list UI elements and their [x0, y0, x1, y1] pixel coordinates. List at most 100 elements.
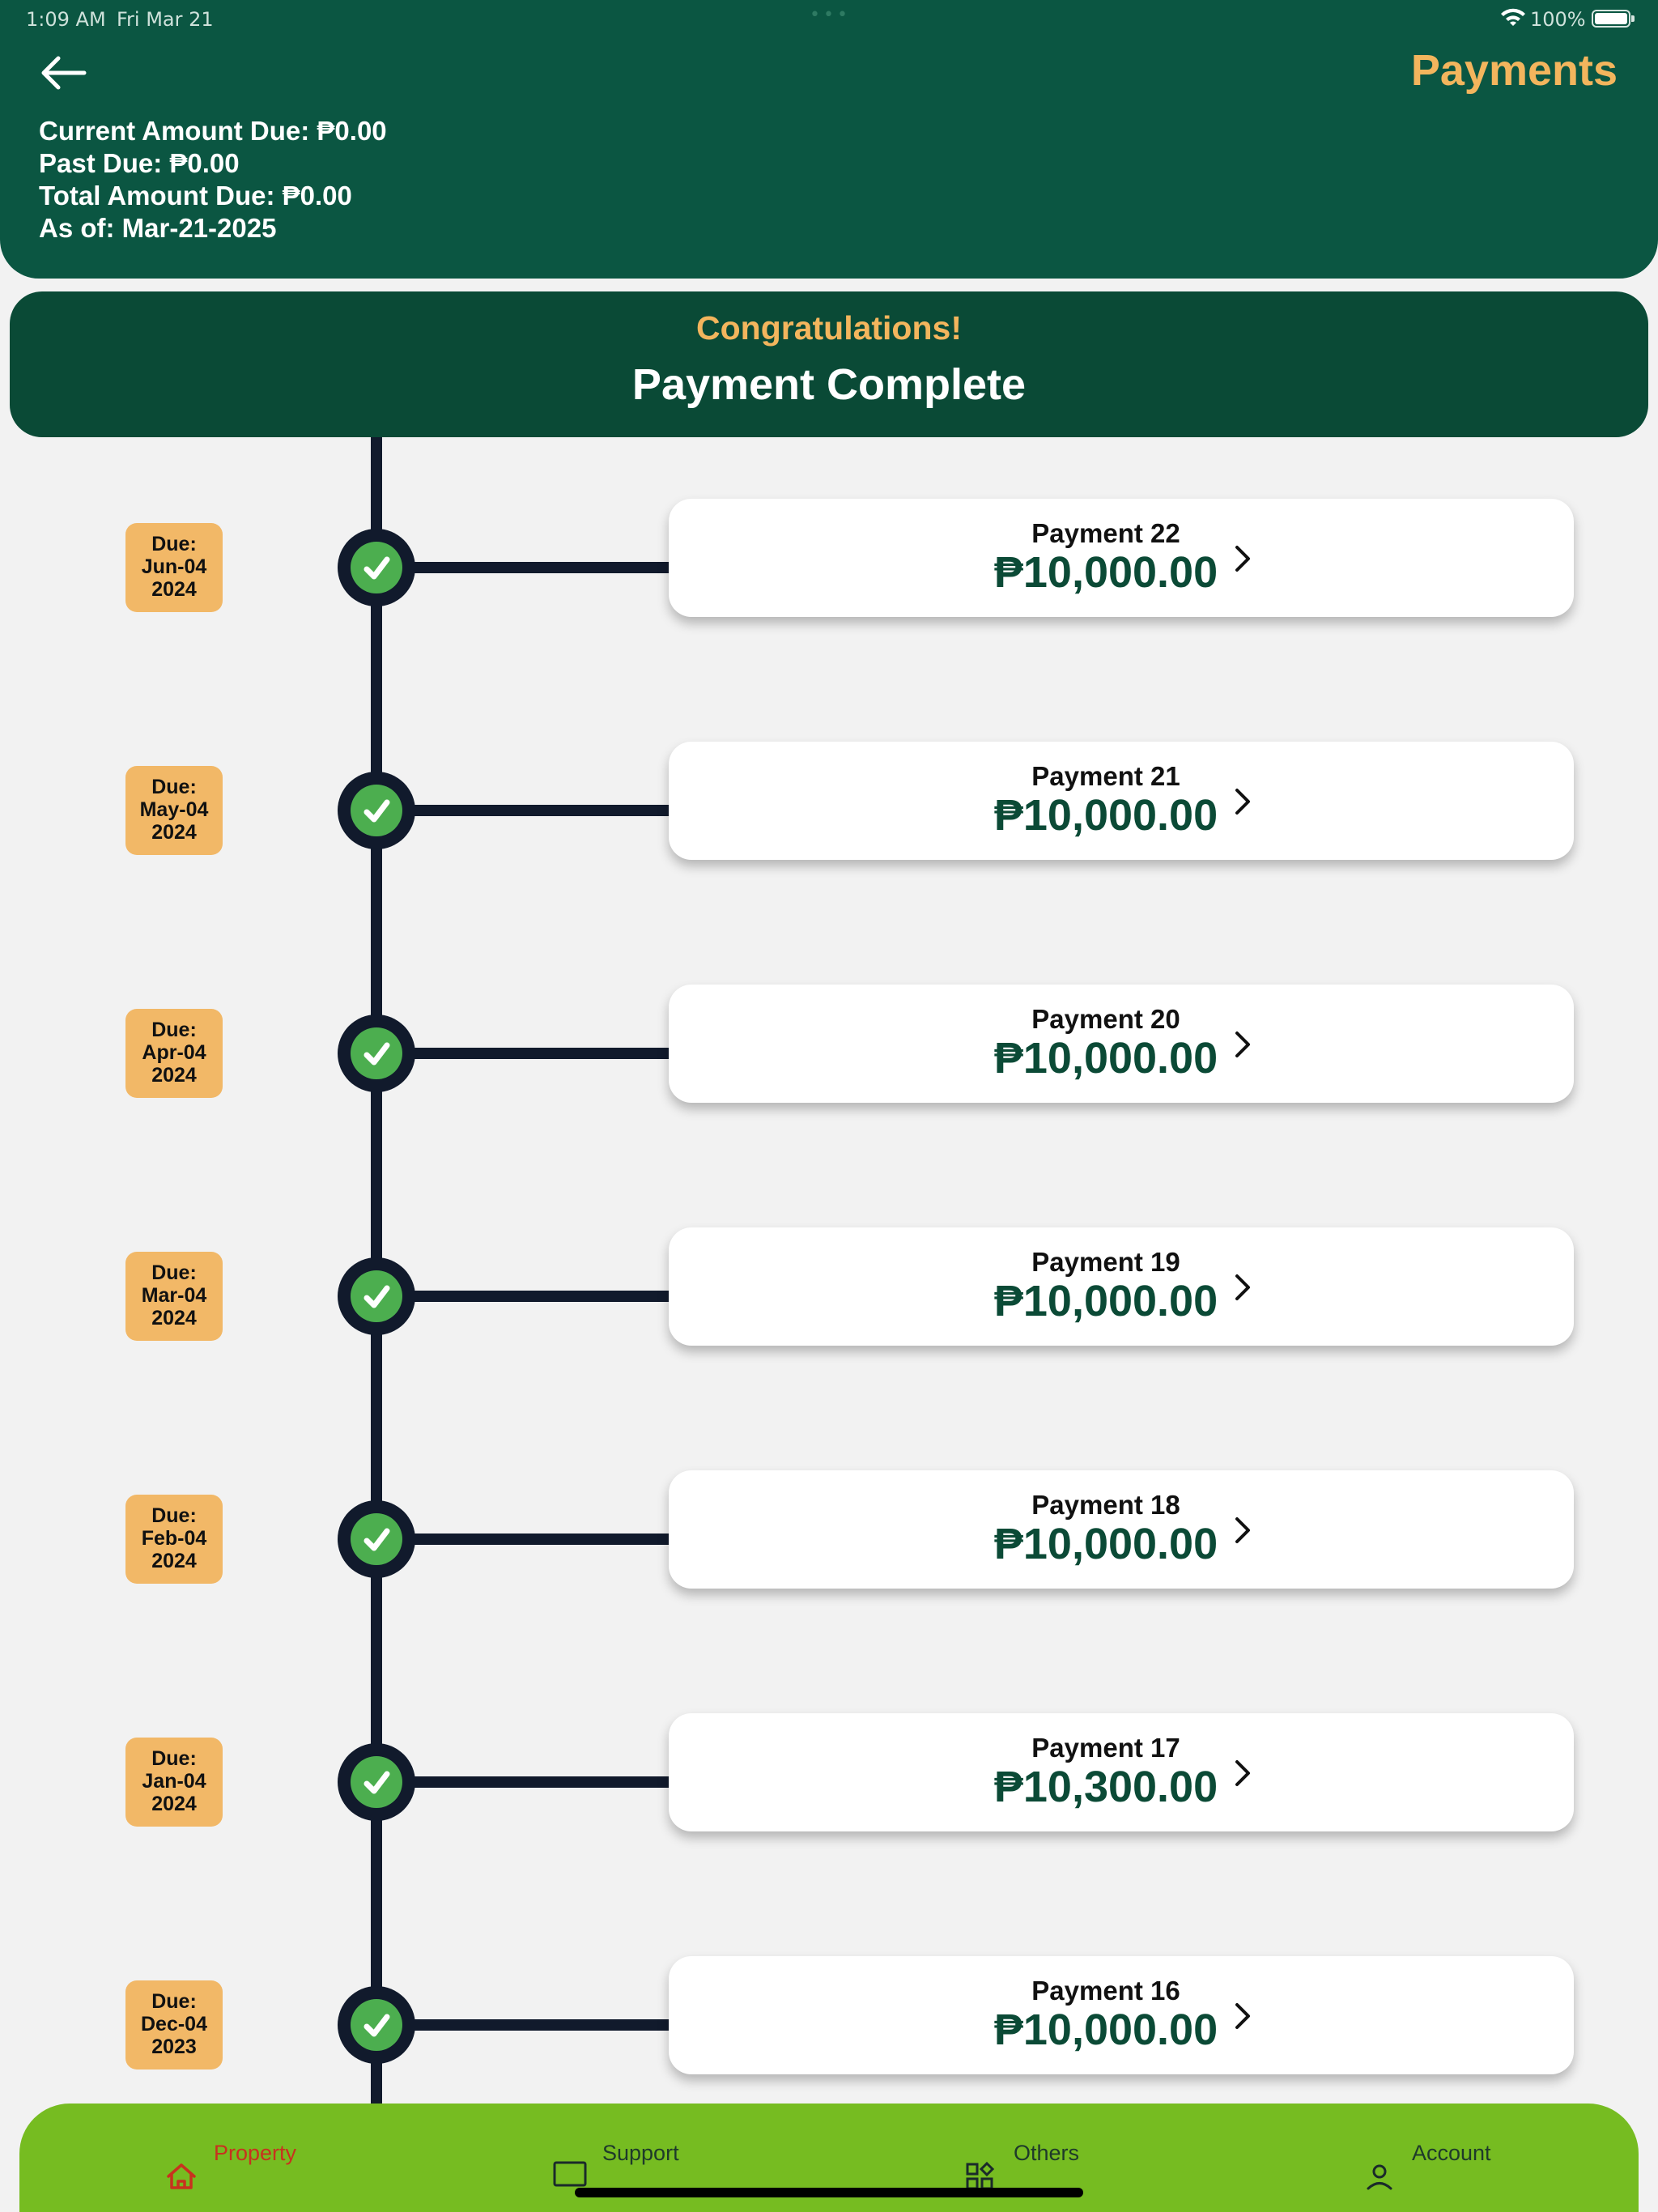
checkmark-icon	[363, 2014, 390, 2037]
payment-card[interactable]: Payment 17 ₱10,300.00	[669, 1713, 1574, 1831]
status-bar: 1:09 AM Fri Mar 21 ••• 100%	[0, 0, 1658, 39]
payment-amount: ₱10,000.00	[993, 791, 1218, 840]
chevron-right-icon	[1235, 546, 1250, 572]
payment-amount: ₱10,000.00	[993, 2006, 1218, 2054]
timeline-connector	[405, 1048, 672, 1059]
chevron-right-icon	[1235, 1760, 1250, 1786]
nav-label-account: Account	[1412, 2141, 1491, 2165]
due-year: 2024	[151, 1793, 197, 1815]
timeline-connector	[405, 1291, 672, 1302]
due-label: Due:	[151, 1019, 197, 1041]
nav-label-others: Others	[1014, 2141, 1080, 2165]
payment-amount: ₱10,000.00	[993, 1034, 1218, 1083]
payment-card[interactable]: Payment 20 ₱10,000.00	[669, 985, 1574, 1103]
due-date: Feb-04	[141, 1527, 207, 1550]
payment-label: Payment 22	[1031, 518, 1180, 548]
payment-amount: ₱10,000.00	[993, 548, 1218, 597]
battery-icon	[1592, 10, 1635, 28]
due-date-badge: Due: Feb-04 2024	[125, 1495, 223, 1584]
payment-row: Due: May-04 2024 Payment 21 ₱10,000.00	[0, 742, 1658, 871]
payment-row: Due: Jun-04 2024 Payment 22 ₱10,000.00	[0, 499, 1658, 628]
due-date: Dec-04	[141, 2013, 207, 2035]
due-year: 2024	[151, 821, 197, 844]
wifi-icon	[1501, 8, 1525, 26]
page-title: Payments	[1410, 46, 1618, 95]
payment-row: Due: Apr-04 2024 Payment 20 ₱10,000.00	[0, 985, 1658, 1114]
checkmark-icon	[363, 556, 390, 580]
total-amount-due: Total Amount Due: ₱0.00	[39, 181, 352, 211]
multitasking-dots-icon[interactable]: •••	[810, 5, 851, 25]
timeline-connector	[405, 562, 672, 573]
battery-percent: 100%	[1530, 8, 1586, 31]
timeline-node	[338, 1743, 415, 1821]
payment-card[interactable]: Payment 22 ₱10,000.00	[669, 499, 1574, 617]
payment-card[interactable]: Payment 19 ₱10,000.00	[669, 1227, 1574, 1346]
payment-amount: ₱10,000.00	[993, 1520, 1218, 1568]
timeline-connector	[405, 1776, 672, 1788]
chevron-right-icon	[1235, 789, 1250, 815]
timeline-connector	[405, 2019, 672, 2031]
nav-label-property: Property	[214, 2141, 297, 2165]
payment-card[interactable]: Payment 16 ₱10,000.00	[669, 1956, 1574, 2074]
due-label: Due:	[151, 533, 197, 555]
timeline-node	[338, 1257, 415, 1335]
due-date-badge: Due: Jan-04 2024	[125, 1738, 223, 1827]
back-arrow-icon[interactable]	[37, 52, 89, 94]
congrats-text: Congratulations!	[696, 309, 962, 347]
payment-row: Due: Feb-04 2024 Payment 18 ₱10,000.00	[0, 1470, 1658, 1600]
due-date: Mar-04	[141, 1284, 207, 1307]
past-due: Past Due: ₱0.00	[39, 148, 240, 178]
amount-summary: Current Amount Due: ₱0.00 Past Due: ₱0.0…	[39, 115, 387, 245]
payment-card[interactable]: Payment 18 ₱10,000.00	[669, 1470, 1574, 1589]
header: 1:09 AM Fri Mar 21 ••• 100% Payments Cur…	[0, 0, 1658, 279]
due-year: 2024	[151, 1550, 197, 1572]
payment-amount: ₱10,000.00	[993, 1277, 1218, 1325]
home-indicator[interactable]	[575, 2188, 1083, 2197]
timeline-node	[338, 1986, 415, 2064]
nav-label-support: Support	[602, 2141, 679, 2165]
checkmark-icon	[363, 1528, 390, 1551]
timeline-node	[338, 1500, 415, 1578]
nav-item-account[interactable]: Account	[1347, 2104, 1525, 2212]
timeline-node	[338, 1015, 415, 1092]
payment-label: Payment 18	[1031, 1490, 1180, 1520]
due-date-badge: Due: Apr-04 2024	[125, 1009, 223, 1098]
due-label: Due:	[151, 1261, 197, 1284]
timeline-node	[338, 529, 415, 606]
grid-icon	[966, 2162, 995, 2190]
chevron-right-icon	[1235, 1274, 1250, 1300]
payment-label: Payment 20	[1031, 1004, 1180, 1034]
checkmark-icon	[363, 1285, 390, 1308]
payment-complete-banner: Congratulations! Payment Complete	[10, 291, 1648, 437]
status-time: 1:09 AM	[26, 8, 106, 31]
due-label: Due:	[151, 1990, 197, 2013]
due-date: Apr-04	[142, 1041, 206, 1064]
due-year: 2024	[151, 1307, 197, 1329]
due-date: Jun-04	[141, 555, 207, 578]
timeline-connector	[405, 805, 672, 816]
due-date: May-04	[139, 798, 209, 821]
status-date: Fri Mar 21	[117, 8, 214, 31]
payment-amount: ₱10,300.00	[993, 1763, 1218, 1811]
due-label: Due:	[151, 1747, 197, 1770]
payment-row: Due: Dec-04 2023 Payment 16 ₱10,000.00	[0, 1956, 1658, 2086]
payment-label: Payment 16	[1031, 1976, 1180, 2006]
current-amount-due: Current Amount Due: ₱0.00	[39, 116, 387, 146]
timeline-node	[338, 772, 415, 849]
home-icon	[167, 2163, 196, 2189]
due-date: Jan-04	[142, 1770, 206, 1793]
payment-label: Payment 17	[1031, 1733, 1180, 1763]
nav-item-property[interactable]: Property	[141, 2104, 319, 2212]
chevron-right-icon	[1235, 2003, 1250, 2029]
payment-label: Payment 19	[1031, 1247, 1180, 1277]
chevron-right-icon	[1235, 1032, 1250, 1057]
due-date-badge: Due: Mar-04 2024	[125, 1252, 223, 1341]
due-year: 2023	[151, 2035, 197, 2058]
payment-label: Payment 21	[1031, 761, 1180, 791]
due-date-badge: Due: Jun-04 2024	[125, 523, 223, 612]
due-label: Due:	[151, 1504, 197, 1527]
checkmark-icon	[363, 1042, 390, 1066]
payment-card[interactable]: Payment 21 ₱10,000.00	[669, 742, 1574, 860]
laptop-icon	[553, 2161, 587, 2187]
checkmark-icon	[363, 1771, 390, 1794]
